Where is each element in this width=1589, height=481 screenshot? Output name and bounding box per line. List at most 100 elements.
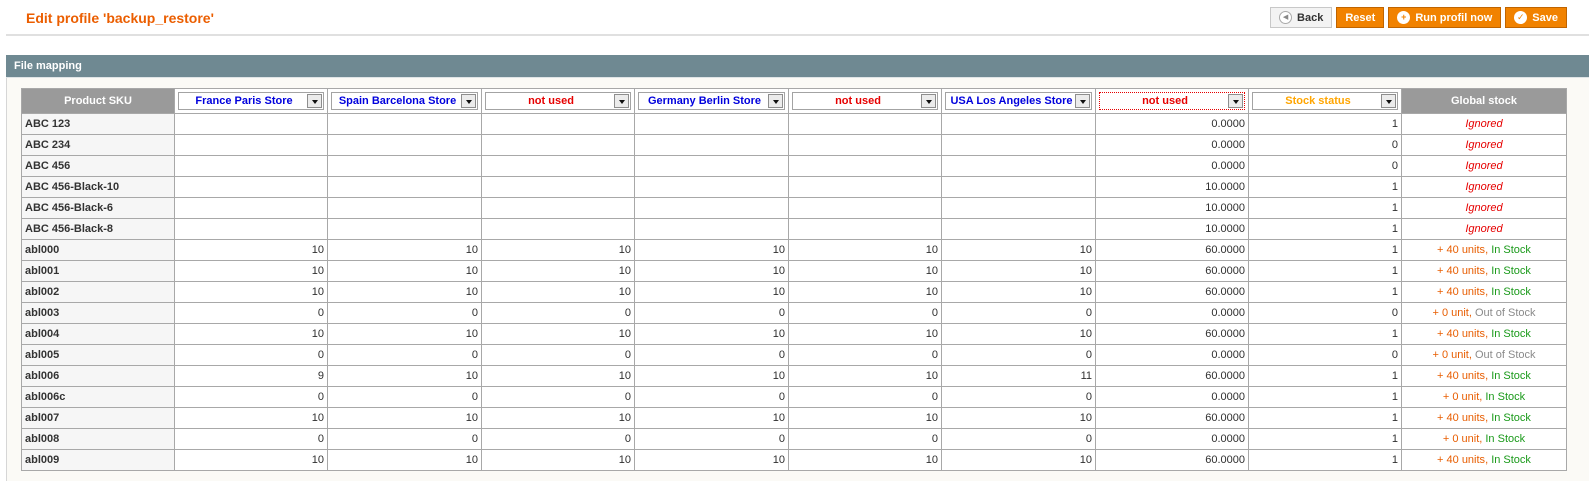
chevron-down-icon	[1075, 94, 1090, 108]
back-button[interactable]: ◀ Back	[1270, 7, 1333, 28]
column-mapping-7: not used	[1095, 88, 1249, 114]
stock-delta: + 40 units	[1437, 244, 1486, 256]
check-icon: ✓	[1514, 11, 1528, 24]
value-cell-5	[788, 218, 942, 240]
value-cell-6: 10	[941, 323, 1096, 345]
stock-delta: + 40 units	[1437, 286, 1486, 298]
value-cell-6: 10	[941, 239, 1096, 261]
value-cell-8: 0	[1248, 155, 1402, 177]
stock-status: In Stock	[1491, 328, 1531, 340]
table-row: abl001 10 10 10 10 10 10 60.0000 1 + 40 units, In…	[21, 260, 1567, 282]
value-cell-1: 10	[174, 323, 328, 345]
value-cell-4: 10	[634, 365, 789, 387]
chevron-down-icon	[768, 94, 783, 108]
value-cell-2	[327, 134, 482, 156]
section-title: File mapping	[14, 60, 82, 72]
column-8-select[interactable]: Stock status	[1252, 92, 1398, 110]
value-cell-4: 10	[634, 239, 789, 261]
value-cell-5	[788, 197, 942, 219]
column-mapping-4: Germany Berlin Store	[634, 88, 789, 114]
table-row: ABC 456 0.0000 0 Ignored	[21, 155, 1567, 177]
table-row: ABC 234 0.0000 0 Ignored	[21, 134, 1567, 156]
chevron-down-icon	[1228, 94, 1243, 108]
value-cell-8: 0	[1248, 344, 1402, 366]
value-cell-3	[481, 113, 635, 135]
value-cell-3: 10	[481, 407, 635, 429]
global-stock-cell: + 40 units, In Stock	[1401, 281, 1567, 303]
column-mapping-6: USA Los Angeles Store	[941, 88, 1096, 114]
page: Edit profile 'backup_restore' ◀ Back Res…	[0, 0, 1589, 481]
table-row: abl007 10 10 10 10 10 10 60.0000 1 + 40 units, In…	[21, 407, 1567, 429]
save-button-label: Save	[1532, 11, 1558, 24]
sku-cell: abl006c	[21, 386, 175, 408]
table-header-row: Product SKU France Paris Store Spain Bar…	[21, 88, 1567, 114]
value-cell-1	[174, 197, 328, 219]
global-stock-cell: + 40 units, In Stock	[1401, 260, 1567, 282]
value-cell-4	[634, 176, 789, 198]
save-button[interactable]: ✓ Save	[1505, 7, 1567, 28]
plus-icon: +	[1397, 11, 1411, 24]
sku-cell: abl009	[21, 449, 175, 471]
value-cell-7: 10.0000	[1095, 218, 1249, 240]
value-cell-4: 0	[634, 344, 789, 366]
reset-button[interactable]: Reset	[1336, 7, 1385, 28]
value-cell-2	[327, 218, 482, 240]
table-row: ABC 456-Black-8 10.0000 1 Ignored	[21, 218, 1567, 240]
value-cell-6: 0	[941, 302, 1096, 324]
stock-status: In Stock	[1491, 265, 1531, 277]
sku-cell: ABC 123	[21, 113, 175, 135]
value-cell-6	[941, 176, 1096, 198]
table-row: abl006c 0 0 0 0 0 0 0.0000 1 + 0 unit, In Stock	[21, 386, 1567, 408]
column-1-select[interactable]: France Paris Store	[178, 92, 324, 110]
value-cell-5: 10	[788, 260, 942, 282]
value-cell-3: 10	[481, 323, 635, 345]
chevron-down-icon	[307, 94, 322, 108]
column-6-select[interactable]: USA Los Angeles Store	[945, 92, 1092, 110]
value-cell-6: 0	[941, 428, 1096, 450]
value-cell-8: 0	[1248, 302, 1402, 324]
value-cell-8: 1	[1248, 113, 1402, 135]
value-cell-6: 11	[941, 365, 1096, 387]
column-2-select[interactable]: Spain Barcelona Store	[331, 92, 478, 110]
table-row: abl002 10 10 10 10 10 10 60.0000 1 + 40 units, In…	[21, 281, 1567, 303]
value-cell-2: 10	[327, 239, 482, 261]
stock-delta: + 40 units	[1437, 454, 1486, 466]
global-stock-cell: + 40 units, In Stock	[1401, 365, 1567, 387]
value-cell-8: 1	[1248, 281, 1402, 303]
stock-status: In Stock	[1491, 454, 1531, 466]
column-3-select[interactable]: not used	[485, 92, 631, 110]
arrow-left-icon: ◀	[1279, 11, 1293, 24]
column-1-select-value: France Paris Store	[195, 95, 293, 107]
value-cell-7: 10.0000	[1095, 197, 1249, 219]
chevron-down-icon	[1381, 94, 1396, 108]
value-cell-4	[634, 113, 789, 135]
header-divider	[6, 34, 1589, 36]
column-4-select[interactable]: Germany Berlin Store	[638, 92, 785, 110]
value-cell-2: 10	[327, 449, 482, 471]
sku-cell: ABC 456-Black-6	[21, 197, 175, 219]
value-cell-4: 0	[634, 302, 789, 324]
value-cell-4	[634, 218, 789, 240]
value-cell-7: 0.0000	[1095, 344, 1249, 366]
sku-cell: abl002	[21, 281, 175, 303]
value-cell-2: 10	[327, 281, 482, 303]
section-header: File mapping	[6, 55, 1589, 77]
sku-cell: abl001	[21, 260, 175, 282]
value-cell-2: 0	[327, 386, 482, 408]
value-cell-1	[174, 155, 328, 177]
run-profile-button[interactable]: + Run profil now	[1388, 7, 1502, 28]
value-cell-8: 1	[1248, 365, 1402, 387]
column-5-select[interactable]: not used	[792, 92, 938, 110]
value-cell-1: 10	[174, 281, 328, 303]
stock-delta: + 0 unit	[1432, 307, 1469, 319]
global-stock-cell: Ignored	[1401, 218, 1567, 240]
column-7-select[interactable]: not used	[1099, 92, 1245, 110]
sku-cell: abl000	[21, 239, 175, 261]
value-cell-4: 10	[634, 260, 789, 282]
stock-delta: + 40 units	[1437, 412, 1486, 424]
value-cell-3	[481, 197, 635, 219]
sku-cell: abl005	[21, 344, 175, 366]
table-row: abl008 0 0 0 0 0 0 0.0000 1 + 0 unit, In Stock	[21, 428, 1567, 450]
run-profile-button-label: Run profil now	[1415, 11, 1493, 24]
global-stock-cell: Ignored	[1401, 197, 1567, 219]
